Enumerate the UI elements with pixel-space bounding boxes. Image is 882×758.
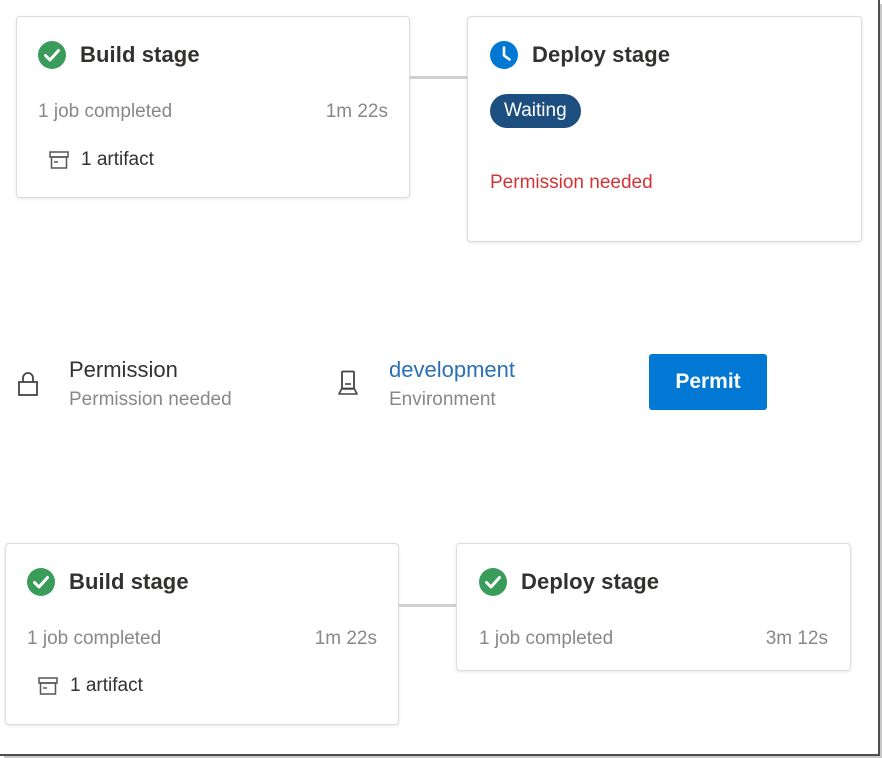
jobs-status: 1 job completed — [479, 628, 614, 649]
clock-icon — [490, 41, 518, 69]
waiting-badge: Waiting — [490, 94, 581, 128]
stage-title: Deploy stage — [521, 569, 660, 594]
stage-duration: 1m 22s — [314, 628, 377, 649]
permission-subtitle: Permission needed — [69, 389, 232, 410]
stage-title: Build stage — [80, 42, 200, 67]
artifacts-link[interactable]: 1 artifact — [38, 675, 143, 697]
stage-duration: 3m 12s — [765, 628, 828, 649]
permission-title: Permission — [69, 357, 178, 382]
permission-needed-text: Permission needed — [490, 172, 653, 193]
stage-connector — [399, 604, 456, 607]
check-circle-icon — [27, 568, 55, 596]
environment-link[interactable]: development — [389, 357, 515, 383]
lock-icon — [18, 372, 38, 396]
environment-label: Environment — [389, 389, 496, 410]
build-stage-card-bottom[interactable]: Build stage 1 job completed 1m 22s 1 art… — [5, 543, 399, 725]
stage-duration: 1m 22s — [325, 101, 388, 122]
check-circle-icon — [479, 568, 507, 596]
check-circle-icon — [38, 41, 66, 69]
deploy-stage-card-bottom[interactable]: Deploy stage 1 job completed 3m 12s — [456, 543, 851, 671]
jobs-status: 1 job completed — [27, 628, 162, 649]
artifacts-label: 1 artifact — [81, 149, 154, 170]
jobs-status: 1 job completed — [38, 101, 173, 122]
permit-button[interactable]: Permit — [649, 354, 767, 410]
artifacts-link[interactable]: 1 artifact — [49, 149, 154, 171]
build-stage-card-top[interactable]: Build stage 1 job completed 1m 22s 1 art… — [16, 16, 410, 198]
artifacts-label: 1 artifact — [70, 675, 143, 696]
artifact-icon — [49, 151, 69, 169]
stage-title: Deploy stage — [532, 42, 671, 67]
deploy-stage-card-top[interactable]: Deploy stage Waiting Permission needed — [467, 16, 862, 242]
stage-connector — [410, 76, 467, 79]
artifact-icon — [38, 677, 58, 695]
environment-icon — [338, 370, 358, 395]
stage-title: Build stage — [69, 569, 189, 594]
